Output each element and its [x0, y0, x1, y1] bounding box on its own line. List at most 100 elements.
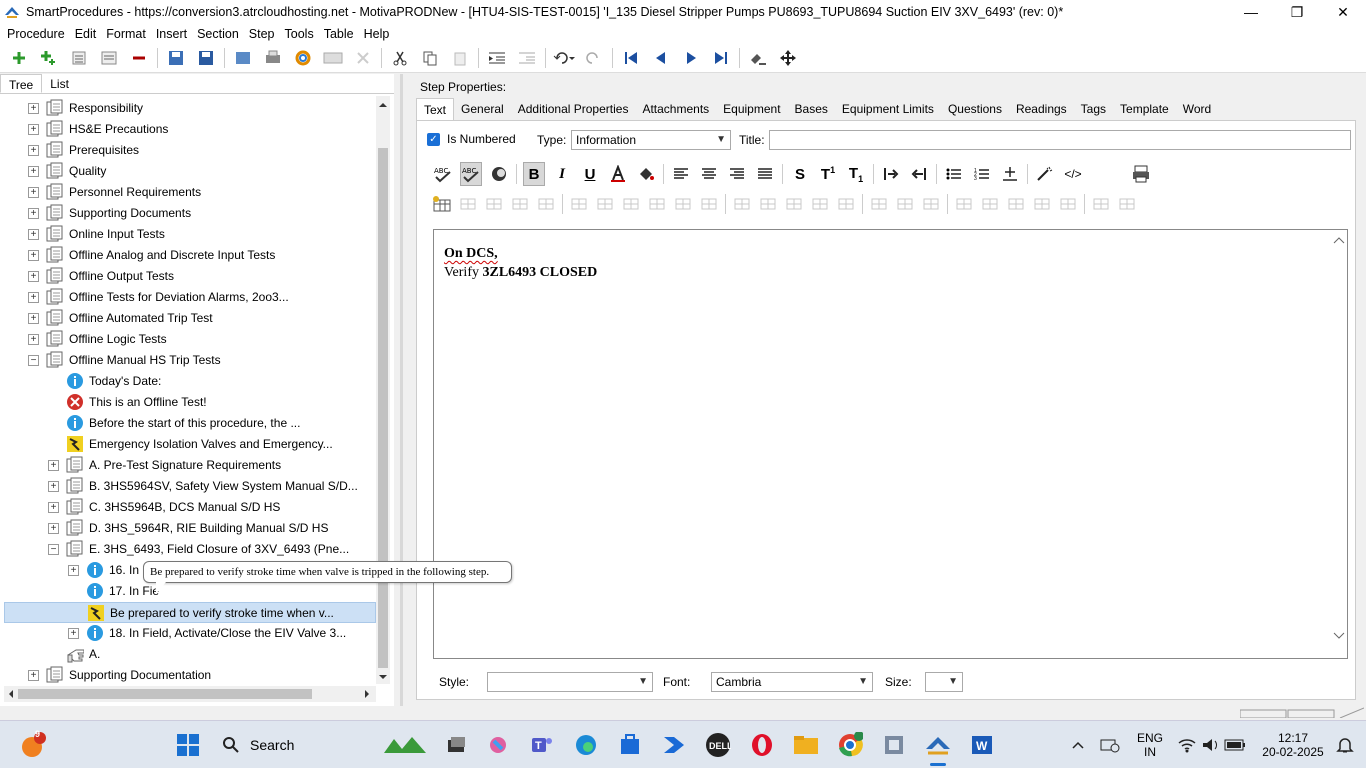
menu-tools[interactable]: Tools: [280, 27, 319, 41]
tab-questions[interactable]: Questions: [941, 98, 1009, 120]
next-icon[interactable]: [680, 47, 702, 69]
tab-general[interactable]: General: [454, 98, 511, 120]
tree-item[interactable]: + A. Pre-Test Signature Requirements: [4, 455, 376, 476]
tree-horizontal-scrollbar[interactable]: [4, 686, 376, 702]
expand-icon[interactable]: +: [48, 481, 59, 492]
tree-item[interactable]: + Offline Output Tests: [4, 266, 376, 287]
tree-item[interactable]: + Personnel Requirements: [4, 182, 376, 203]
html-source-icon[interactable]: </>: [1062, 162, 1084, 186]
menu-edit[interactable]: Edit: [70, 27, 102, 41]
pane-splitter[interactable]: [400, 74, 403, 706]
expand-icon[interactable]: +: [28, 250, 39, 261]
tree-item[interactable]: − Offline Manual HS Trip Tests: [4, 350, 376, 371]
list-icon[interactable]: [68, 47, 90, 69]
type-select[interactable]: Information ▼: [571, 130, 731, 150]
size-select[interactable]: ▼: [925, 672, 963, 692]
tree-item[interactable]: + Online Input Tests: [4, 224, 376, 245]
expand-icon[interactable]: +: [48, 523, 59, 534]
volume-icon[interactable]: [1198, 729, 1224, 761]
print-icon[interactable]: [262, 47, 284, 69]
remove-icon[interactable]: [128, 47, 150, 69]
subscript-icon[interactable]: T1: [845, 162, 867, 186]
tree-item[interactable]: − E. 3HS_6493, Field Closure of 3XV_6493 …: [4, 539, 376, 560]
tree-item[interactable]: This is an Offline Test!: [4, 392, 376, 413]
export-icon[interactable]: [232, 47, 254, 69]
style-select[interactable]: ▼: [487, 672, 653, 692]
tree-item[interactable]: + Supporting Documents: [4, 203, 376, 224]
opera-icon[interactable]: [746, 729, 778, 761]
expand-icon[interactable]: +: [28, 208, 39, 219]
align-left-icon[interactable]: [670, 162, 692, 186]
menu-step[interactable]: Step: [244, 27, 280, 41]
bold-icon[interactable]: B: [523, 162, 545, 186]
edge-icon[interactable]: [570, 729, 602, 761]
decrease-indent-icon[interactable]: [908, 162, 930, 186]
refresh-icon[interactable]: [292, 47, 314, 69]
expand-icon[interactable]: +: [68, 628, 79, 639]
menu-procedure[interactable]: Procedure: [2, 27, 70, 41]
expand-icon[interactable]: +: [68, 565, 79, 576]
tree-item[interactable]: Emergency Isolation Valves and Emergency…: [4, 434, 376, 455]
magic-wand-icon[interactable]: [1034, 162, 1056, 186]
notification-widget-icon[interactable]: 9: [16, 729, 48, 761]
clock[interactable]: 12:17 20-02-2025: [1258, 731, 1328, 759]
tree-item[interactable]: Before the start of this procedure, the …: [4, 413, 376, 434]
step-text-editor[interactable]: On DCS, Verify 3ZL6493 CLOSED: [433, 229, 1348, 659]
smartprocedures-taskbar-icon[interactable]: [922, 729, 954, 766]
tree-item[interactable]: + Offline Logic Tests: [4, 329, 376, 350]
tab-template[interactable]: Template: [1113, 98, 1176, 120]
align-right-icon[interactable]: [726, 162, 748, 186]
tree-item[interactable]: + C. 3HS5964B, DCS Manual S/D HS: [4, 497, 376, 518]
is-numbered-checkbox[interactable]: ✓: [427, 133, 440, 146]
tab-additional-properties[interactable]: Additional Properties: [511, 98, 636, 120]
tree-item[interactable]: + D. 3HS_5964R, RIE Building Manual S/D H…: [4, 518, 376, 539]
close-button[interactable]: ✕: [1320, 0, 1366, 24]
undo-icon[interactable]: [553, 47, 575, 69]
minimize-button[interactable]: —: [1228, 0, 1274, 24]
tab-attachments[interactable]: Attachments: [635, 98, 716, 120]
save-all-icon[interactable]: [165, 47, 187, 69]
menu-help[interactable]: Help: [359, 27, 395, 41]
expand-icon[interactable]: +: [28, 229, 39, 240]
insert-table-icon[interactable]: [432, 196, 452, 212]
insert-line-icon[interactable]: [999, 162, 1021, 186]
highlight-icon[interactable]: [488, 162, 510, 186]
properties-icon[interactable]: [98, 47, 120, 69]
tree-item[interactable]: + HS&E Precautions: [4, 119, 376, 140]
strikethrough-icon[interactable]: S: [789, 162, 811, 186]
tree-vertical-scrollbar[interactable]: [376, 96, 390, 684]
cut-icon[interactable]: [389, 47, 411, 69]
expand-icon[interactable]: +: [28, 187, 39, 198]
indent-icon[interactable]: [486, 47, 508, 69]
font-color-icon[interactable]: [607, 162, 629, 186]
chrome-icon[interactable]: [834, 729, 866, 761]
file-explorer-icon[interactable]: [790, 729, 822, 761]
font-select[interactable]: Cambria ▼: [711, 672, 873, 692]
add-icon[interactable]: [8, 47, 30, 69]
italic-icon[interactable]: I: [551, 162, 573, 186]
tree-item[interactable]: 17. In Fie: [4, 581, 376, 602]
first-icon[interactable]: [620, 47, 642, 69]
teams-icon[interactable]: T: [526, 729, 558, 761]
task-view-icon[interactable]: [440, 729, 472, 761]
menu-table[interactable]: Table: [319, 27, 359, 41]
underline-icon[interactable]: U: [579, 162, 601, 186]
tree-item[interactable]: + Responsibility: [4, 98, 376, 119]
fill-color-icon[interactable]: [635, 162, 657, 186]
tree-item[interactable]: + Offline Tests for Deviation Alarms, 2oo…: [4, 287, 376, 308]
save-icon[interactable]: [195, 47, 217, 69]
print-preview-icon[interactable]: [1130, 162, 1152, 186]
expand-icon[interactable]: +: [48, 460, 59, 471]
view-icon[interactable]: [322, 47, 344, 69]
windows-start-icon[interactable]: [172, 729, 204, 761]
expand-icon[interactable]: +: [28, 271, 39, 282]
language-indicator[interactable]: ENG IN: [1132, 731, 1168, 759]
superscript-icon[interactable]: T1: [817, 162, 839, 186]
tree-item[interactable]: + B. 3HS5964SV, Safety View System Manual…: [4, 476, 376, 497]
expand-icon[interactable]: +: [48, 502, 59, 513]
tab-list[interactable]: List: [42, 74, 77, 93]
increase-indent-icon[interactable]: [880, 162, 902, 186]
previous-icon[interactable]: [650, 47, 672, 69]
power-automate-icon[interactable]: [658, 729, 690, 761]
store-icon[interactable]: [614, 729, 646, 761]
